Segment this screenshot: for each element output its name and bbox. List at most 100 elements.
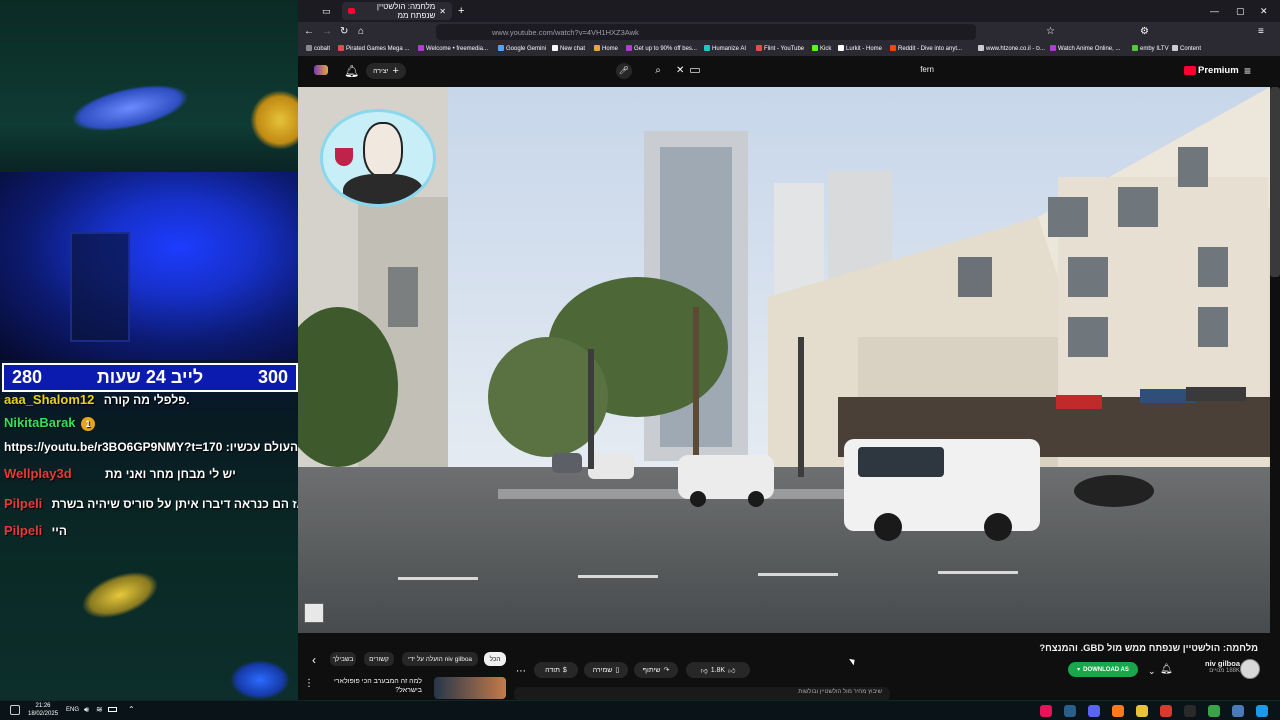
chat-message: https://youtu.be/r3BO6GP9NMY?t=170 :העול… — [4, 440, 298, 454]
recommended-thumbnail[interactable] — [434, 677, 506, 699]
minimize-icon[interactable]: — — [1210, 4, 1219, 18]
chat-message: aaa_Shalom12 פלפלי מה קורה. — [4, 392, 189, 407]
video-player[interactable] — [298, 87, 1270, 633]
channel-info[interactable]: niv gilboa 188K מנויים — [1180, 659, 1240, 674]
like-icon[interactable]: 👍︎ — [728, 666, 735, 675]
youtube-app-icon[interactable] — [1040, 705, 1052, 717]
chat-username: Pilpeli — [4, 523, 43, 538]
notification-icon[interactable] — [10, 705, 20, 715]
more-actions-icon[interactable]: ⋯ — [516, 665, 526, 679]
wifi-icon[interactable]: ≋ — [96, 705, 103, 714]
bookmark-item[interactable]: Google Gemini — [498, 45, 546, 52]
bookmark-item[interactable]: Reddit - Dive into anyt... — [890, 45, 962, 52]
bookmark-item[interactable]: Get up to 90% off bes... — [626, 45, 697, 52]
bookmark-star-icon[interactable]: ☆ — [1046, 25, 1055, 39]
bookmark-item[interactable]: emby ILTV — [1132, 45, 1169, 52]
new-tab-icon[interactable]: + — [458, 4, 464, 18]
bookmark-item[interactable]: Home — [594, 45, 618, 52]
close-tab-icon[interactable]: ✕ — [439, 7, 446, 16]
voice-search-button[interactable]: 🎤︎ — [616, 63, 632, 79]
language-indicator[interactable]: ENG — [66, 707, 79, 713]
bookmark-item[interactable]: Kick — [812, 45, 831, 52]
bookmark-item[interactable]: Watch Anime Online, ... — [1050, 45, 1120, 52]
chat-text: אז הם כנראה דיברו איתן על סוריס שיהיה בש… — [51, 497, 298, 511]
chip-all[interactable]: הכל — [484, 652, 506, 666]
bookmark-item[interactable]: cobalt — [306, 45, 330, 52]
download-button[interactable]: ▾ DOWNLOAD AS — [1068, 662, 1138, 677]
page-scrollbar[interactable] — [1270, 87, 1280, 277]
cartoon-face — [363, 122, 403, 178]
tab-list-icon[interactable]: ▭ — [322, 4, 331, 18]
thanks-button[interactable]: תודה $ — [534, 662, 578, 678]
url-bar[interactable]: www.youtube.com/watch?v=4VH1HXZ3Awk — [436, 24, 976, 40]
notifications-bell-icon[interactable]: 🔔︎ — [1160, 663, 1173, 677]
chip-uploaded-by[interactable]: הועלה על ידי niv gilboa — [402, 652, 478, 666]
volume-icon[interactable]: 🔊︎ — [84, 705, 89, 715]
avatar[interactable] — [314, 65, 328, 75]
bookmark-item[interactable]: Welcome • freemedia... — [418, 45, 488, 52]
dislike-icon[interactable]: 👎︎ — [701, 666, 708, 675]
discord-icon[interactable] — [1088, 705, 1100, 717]
fish-decoration — [230, 660, 290, 700]
clear-search-icon[interactable]: ✕ — [676, 64, 684, 78]
extensions-icon[interactable]: ⚙ — [1140, 25, 1149, 39]
app-icon[interactable] — [1232, 705, 1244, 717]
maximize-icon[interactable]: ▢ — [1236, 4, 1245, 18]
steam-icon[interactable] — [1064, 705, 1076, 717]
create-button[interactable]: יצירה + — [366, 63, 406, 79]
save-button[interactable]: שמירה ▯ — [584, 662, 628, 678]
recommended-title[interactable]: למה זה המבערב הכי פופולארי בישראל? — [318, 677, 422, 695]
chevron-down-icon[interactable]: ⌄ — [1148, 664, 1156, 678]
chip-related[interactable]: קשורים — [364, 652, 394, 666]
youtube-premium-logo[interactable]: Premium — [1184, 65, 1239, 76]
chat-message: NikitaBarak 1 — [4, 415, 95, 431]
tray-chevron-up-icon[interactable]: ⌃ — [128, 705, 135, 714]
windows-taskbar: 21:26 18/02/2025 ENG 🔊︎ ≋ ⌃ — [0, 700, 1280, 720]
bookmark-item[interactable]: New chat — [552, 45, 585, 52]
file-explorer-icon[interactable] — [1136, 705, 1148, 717]
clock[interactable]: 21:26 18/02/2025 — [28, 702, 58, 718]
search-input[interactable]: fern — [708, 65, 934, 74]
bookmark-item[interactable]: Lurkit - Home — [838, 45, 882, 52]
video-info-area: מלחמה: הולשטיין שנפתח ממש מול GBD. והמנצ… — [298, 633, 1280, 701]
kebab-menu-icon[interactable]: ⋮ — [304, 677, 314, 691]
bookmark-item[interactable]: Flint - YouTube — [756, 45, 804, 52]
firefox-icon[interactable] — [1112, 705, 1124, 717]
chips-prev-arrow-icon[interactable]: ‹ — [312, 653, 316, 667]
chat-text: היי — [51, 524, 67, 538]
obs-icon[interactable] — [1184, 705, 1196, 717]
bookmark-item[interactable]: Humanize AI — [704, 45, 746, 52]
clock-time: 21:26 — [35, 703, 51, 709]
chat-text: פלפלי מה קורה. — [103, 393, 190, 407]
bookmark-item[interactable]: www.htzone.co.il - ס... — [978, 45, 1045, 52]
notifications-bell-icon[interactable]: 🔔︎ — [344, 64, 359, 78]
channel-watermark[interactable] — [304, 603, 324, 623]
hamburger-menu-icon[interactable]: ≡ — [1244, 64, 1251, 78]
channel-avatar[interactable] — [1240, 659, 1260, 679]
webcam-feed — [0, 172, 298, 360]
bookmark-item[interactable]: Pirated Games Mega ... — [338, 45, 409, 52]
fish-decoration — [67, 75, 193, 141]
bookmark-item[interactable]: Content — [1172, 45, 1201, 52]
score-title: לייב 24 שעות — [96, 367, 204, 387]
keyboard-icon[interactable] — [690, 68, 700, 73]
close-window-icon[interactable]: ✕ — [1260, 4, 1268, 18]
chat-username: Pilpeli — [4, 496, 43, 511]
share-button[interactable]: שיתוף ↷ — [634, 662, 678, 678]
back-icon[interactable]: ← — [304, 25, 314, 39]
video-title: מלחמה: הולשטיין שנפתח ממש מול GBD. והמנצ… — [1039, 643, 1258, 654]
search-button[interactable]: ⌕ — [650, 63, 666, 79]
forward-icon[interactable]: → — [322, 25, 332, 39]
chat-username: Wellplay3d — [4, 466, 72, 481]
reload-icon[interactable]: ↻ — [340, 25, 348, 39]
plus-icon: + — [392, 65, 399, 77]
home-icon[interactable]: ⌂ — [358, 25, 364, 39]
chip-for-you[interactable]: בשבילך — [330, 652, 356, 666]
start-icon[interactable] — [1256, 705, 1268, 717]
menu-icon[interactable]: ≡ — [1258, 25, 1264, 39]
tab-bar: ▭ מלחמה: הולשטיין שנפתח ממ ✕ + — ▢ ✕ — [298, 0, 1280, 22]
battery-icon[interactable] — [108, 707, 117, 712]
chrome-icon[interactable] — [1160, 705, 1172, 717]
tab-active[interactable]: מלחמה: הולשטיין שנפתח ממ ✕ — [342, 2, 452, 20]
app-icon[interactable] — [1208, 705, 1220, 717]
